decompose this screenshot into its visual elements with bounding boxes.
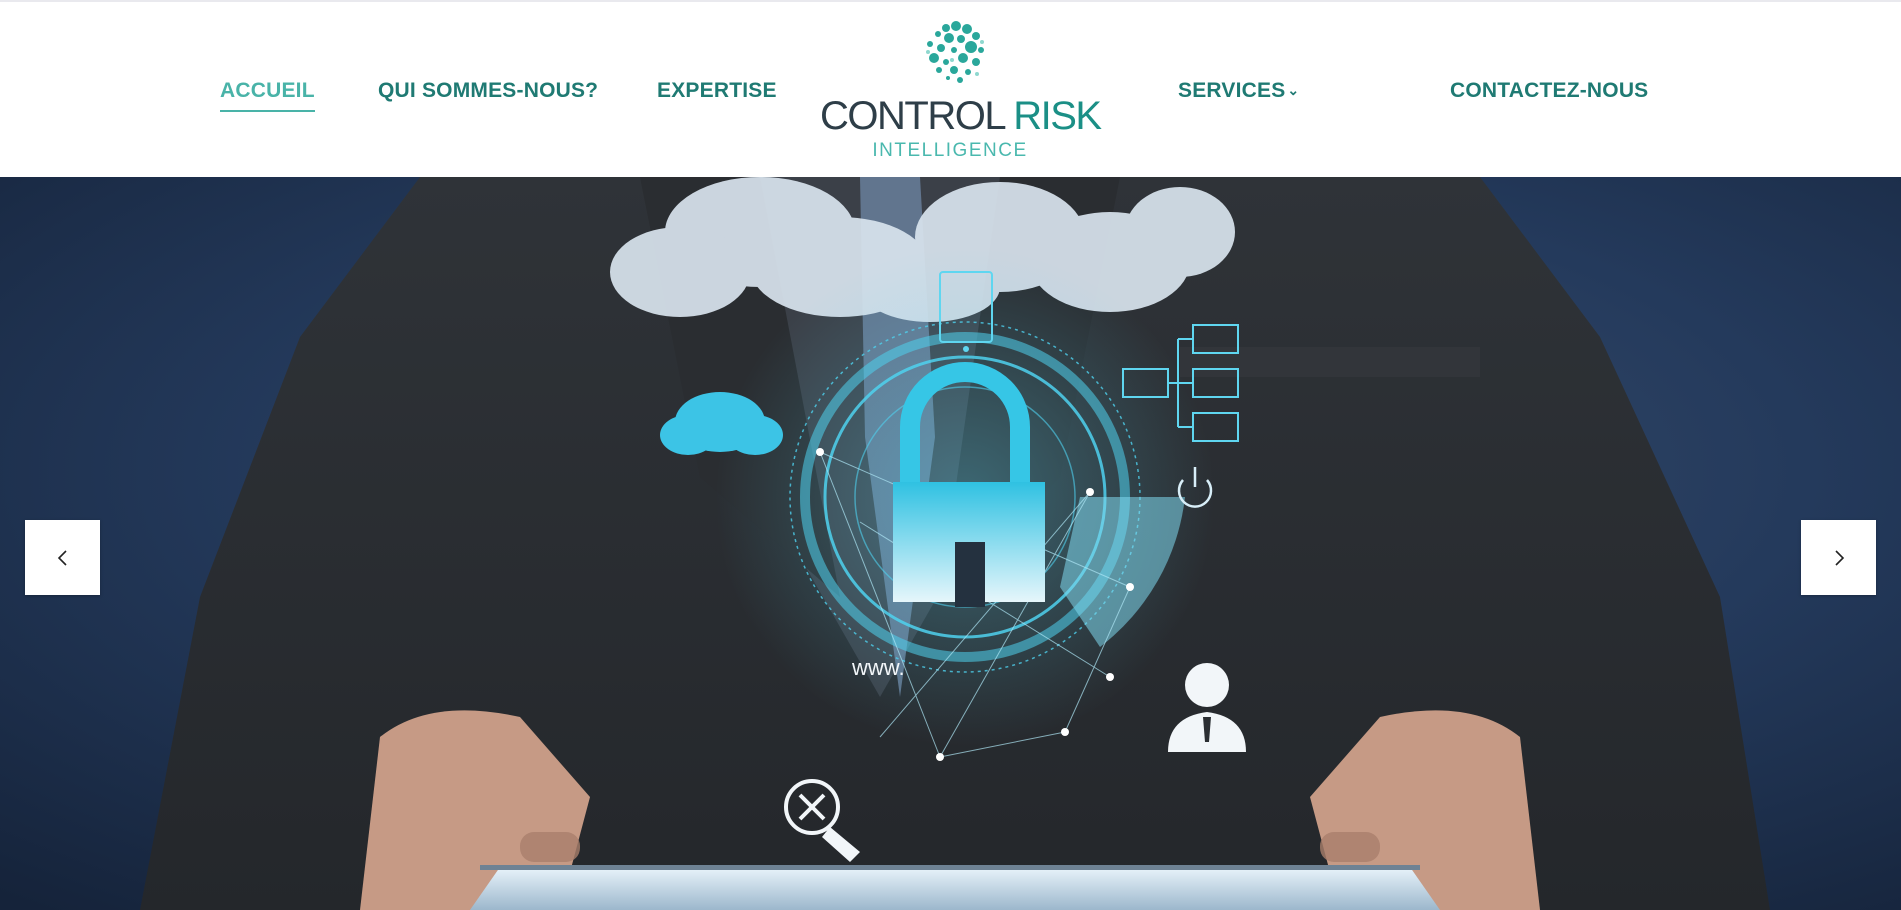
nav-link-services[interactable]: SERVICES ⌄ bbox=[1178, 79, 1299, 103]
logo-title: CONTROL RISK bbox=[820, 94, 1102, 139]
logo-title-control: CONTROL bbox=[820, 94, 1005, 138]
site-header: ACCUEIL QUI SOMMES-NOUS? EXPERTISE CONTR… bbox=[0, 2, 1901, 177]
site-logo[interactable]: CONTROL RISK INTELLIGENCE bbox=[820, 16, 1102, 166]
nav-services-label: SERVICES bbox=[1178, 79, 1286, 102]
hero-www-text: www. bbox=[852, 655, 905, 680]
logo-subtitle: INTELLIGENCE bbox=[872, 140, 1028, 161]
slider-next-button[interactable] bbox=[1801, 520, 1876, 595]
chevron-left-icon bbox=[57, 549, 67, 566]
nav-link-contactez-nous[interactable]: CONTACTEZ-NOUS bbox=[1450, 79, 1648, 103]
globe-dots-icon bbox=[926, 21, 984, 83]
nav-link-expertise[interactable]: EXPERTISE bbox=[657, 79, 777, 103]
chevron-down-icon: ⌄ bbox=[1287, 82, 1300, 98]
logo-title-risk: RISK bbox=[1013, 94, 1102, 138]
hero-image bbox=[0, 177, 1901, 910]
chevron-right-icon bbox=[1834, 549, 1844, 566]
nav-link-accueil[interactable]: ACCUEIL bbox=[220, 79, 315, 112]
slider-prev-button[interactable] bbox=[25, 520, 100, 595]
nav-link-qui-sommes-nous[interactable]: QUI SOMMES-NOUS? bbox=[378, 79, 598, 103]
hero-slider: www. bbox=[0, 177, 1901, 910]
